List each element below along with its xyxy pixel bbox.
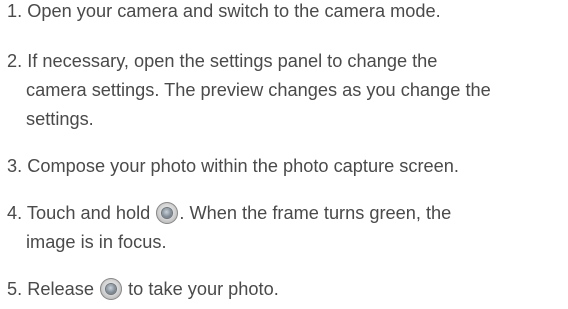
step-2: 2. If necessary, open the settings panel…	[7, 47, 562, 134]
step-2-line-1: 2. If necessary, open the settings panel…	[7, 47, 562, 76]
step-5-text-before-icon: Release	[27, 279, 94, 299]
shutter-button-icon	[100, 278, 123, 300]
step-4-text-line-2: image is in focus.	[26, 232, 167, 252]
step-4-text-before-icon: Touch and hold	[26, 203, 151, 223]
step-3-line: 3. Compose your photo within the photo c…	[7, 152, 562, 181]
step-4-number: 4.	[7, 203, 23, 223]
step-2-text-line-2: camera settings. The preview changes as …	[26, 80, 491, 100]
step-3-number: 3.	[7, 156, 23, 176]
step-2-number: 2.	[7, 51, 23, 71]
step-1: 1. Open your camera and switch to the ca…	[7, 0, 562, 26]
step-4-line-1: 4. Touch and hold . When the frame turns…	[7, 199, 562, 228]
step-3: 3. Compose your photo within the photo c…	[7, 152, 562, 181]
step-5-text-after-icon: to take your photo.	[128, 279, 279, 299]
step-5-line: 5. Release to take your photo.	[7, 275, 562, 304]
step-3-text: Compose your photo within the photo capt…	[27, 156, 459, 176]
step-5-number: 5.	[7, 279, 23, 299]
step-5: 5. Release to take your photo.	[7, 275, 562, 304]
step-4-text-after-icon: . When the frame turns green, the	[179, 203, 452, 223]
shutter-button-icon	[156, 202, 179, 224]
step-2-text-line-3: settings.	[26, 109, 94, 129]
step-4: 4. Touch and hold . When the frame turns…	[7, 199, 562, 257]
step-1-text: Open your camera and switch to the camer…	[27, 1, 441, 21]
step-1-number: 1.	[7, 1, 23, 21]
step-1-line: 1. Open your camera and switch to the ca…	[7, 0, 562, 26]
step-2-text-line-1: If necessary, open the settings panel to…	[27, 51, 438, 71]
